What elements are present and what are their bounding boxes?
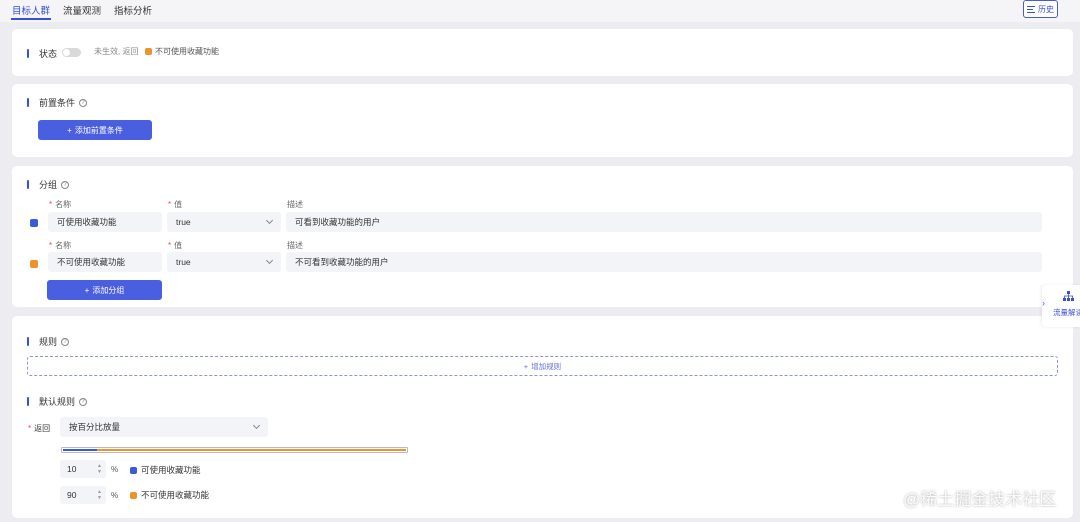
section-marker xyxy=(27,98,29,107)
stepper-icon[interactable]: ▲ ▼ xyxy=(97,463,102,475)
split-label: 不可使用收藏功能 xyxy=(141,490,210,500)
plus-icon: + xyxy=(523,361,529,371)
tab-metric-analysis[interactable]: 指标分析 xyxy=(114,3,152,17)
desc-label: 描述 xyxy=(287,241,303,250)
name-label: * 名称 xyxy=(49,241,72,250)
chevron-down-icon xyxy=(252,421,261,430)
help-icon[interactable]: ? xyxy=(61,180,70,189)
value-label: * 值 xyxy=(168,200,183,209)
add-group-label: 添加分组 xyxy=(92,285,125,295)
section-marker xyxy=(27,337,29,346)
section-marker xyxy=(27,49,29,58)
history-icon xyxy=(1027,5,1035,13)
help-icon[interactable]: ? xyxy=(61,337,70,346)
help-icon[interactable]: ? xyxy=(79,98,88,107)
history-label: 历史 xyxy=(1038,4,1054,14)
group-desc-input[interactable]: 不可看到收藏功能的用户 xyxy=(286,252,1042,272)
history-button[interactable]: 历史 xyxy=(1023,0,1058,18)
status-fallback-label: 不可使用收藏功能 xyxy=(155,47,219,56)
name-label: * 名称 xyxy=(49,200,72,209)
percent-value: 90 xyxy=(67,490,77,500)
rollout-mode-value: 按百分比放量 xyxy=(69,422,121,432)
stepper-icon[interactable]: ▲ ▼ xyxy=(97,489,102,501)
chevron-down-icon xyxy=(265,216,274,225)
top-tab-bar: 目标人群 流量观测 指标分析 历史 xyxy=(0,0,1080,22)
percent-unit: % xyxy=(111,465,119,474)
status-inactive-text: 未生效, 返回 xyxy=(94,47,139,56)
watermark: @稀土掘金技术社区 xyxy=(903,490,1057,509)
status-section-title: 状态 xyxy=(27,47,57,60)
help-icon[interactable]: ? xyxy=(79,397,88,406)
default-rule-title: 默认规则 xyxy=(39,397,76,407)
rules-title: 规则 xyxy=(39,337,58,347)
group-value-select[interactable]: true xyxy=(167,212,281,232)
split-segment-blue xyxy=(63,449,98,451)
percent-input[interactable]: 90 ▲ ▼ xyxy=(60,486,106,504)
blue-dot-icon xyxy=(130,466,137,474)
split-label: 可使用收藏功能 xyxy=(141,465,201,475)
group-value: true xyxy=(176,217,191,227)
desc-label: 描述 xyxy=(287,200,303,209)
status-title: 状态 xyxy=(39,49,58,59)
grouping-title: 分组 xyxy=(39,180,58,190)
add-rule-label: 增加规则 xyxy=(531,361,562,371)
percent-value: 10 xyxy=(67,464,77,474)
split-progress-bar xyxy=(61,447,408,453)
default-rule-section-title: 默认规则 ? xyxy=(27,395,88,408)
percent-unit: % xyxy=(111,491,119,500)
group-desc-input[interactable]: 可看到收藏功能的用户 xyxy=(286,212,1042,232)
group-value: true xyxy=(176,257,191,267)
group-color-icon xyxy=(30,219,38,227)
plus-icon: + xyxy=(84,285,90,295)
add-precondition-label: 添加前置条件 xyxy=(74,125,123,135)
split-legend: 可使用收藏功能 xyxy=(130,464,201,476)
orange-dot-icon xyxy=(130,491,137,499)
group-color-icon xyxy=(30,260,38,268)
tab-target-audience[interactable]: 目标人群 xyxy=(10,3,52,20)
hierarchy-icon xyxy=(1063,291,1074,301)
rollout-mode-select[interactable]: 按百分比放量 xyxy=(60,417,268,437)
traffic-interpretation-panel[interactable] xyxy=(1042,285,1080,327)
section-marker xyxy=(27,397,29,406)
precondition-title: 前置条件 xyxy=(39,98,76,108)
add-group-button[interactable]: + 添加分组 xyxy=(47,280,162,300)
status-toggle[interactable] xyxy=(62,48,81,57)
split-segment-orange xyxy=(97,449,406,451)
grouping-section-title: 分组 ? xyxy=(27,178,70,191)
traffic-interpretation-label: 流量解读 xyxy=(1053,308,1080,317)
orange-dot-icon xyxy=(145,48,152,55)
plus-icon: + xyxy=(67,125,72,135)
grouping-card xyxy=(12,166,1073,307)
status-fallback: 不可使用收藏功能 xyxy=(145,46,219,57)
return-label: * 返回 xyxy=(28,424,51,433)
split-legend: 不可使用收藏功能 xyxy=(130,489,209,501)
group-name-input[interactable]: 不可使用收藏功能 xyxy=(48,252,162,272)
group-name-input[interactable]: 可使用收藏功能 xyxy=(48,212,162,232)
precondition-section-title: 前置条件 ? xyxy=(27,96,88,109)
add-rule-button[interactable]: + 增加规则 xyxy=(27,356,1058,376)
section-marker xyxy=(27,180,29,189)
add-precondition-button[interactable]: + 添加前置条件 xyxy=(38,120,152,140)
chevron-right-icon[interactable]: › xyxy=(1042,298,1045,308)
group-value-select[interactable]: true xyxy=(167,252,281,272)
value-label: * 值 xyxy=(168,241,183,250)
tab-traffic-observation[interactable]: 流量观测 xyxy=(63,3,101,17)
precondition-card xyxy=(12,84,1073,157)
chevron-down-icon xyxy=(265,256,274,265)
percent-input[interactable]: 10 ▲ ▼ xyxy=(60,460,106,478)
rules-section-title: 规则 ? xyxy=(27,335,70,348)
